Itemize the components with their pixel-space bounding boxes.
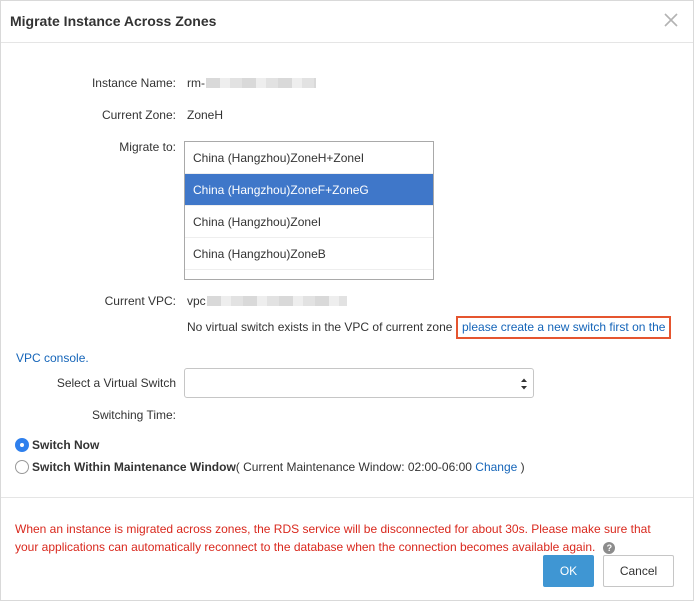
zone-option[interactable]: China (Hangzhou)ZoneB	[185, 238, 433, 270]
current-zone-label: Current Zone:	[101, 108, 176, 122]
dialog-title: Migrate Instance Across Zones	[10, 13, 217, 29]
help-icon[interactable]: ?	[603, 541, 616, 554]
current-zone-value: ZoneH	[187, 108, 224, 122]
switching-time-label: Switching Time:	[91, 408, 176, 422]
close-icon[interactable]	[662, 11, 680, 29]
zone-option[interactable]: China (Hangzhou)ZoneH+ZoneI	[185, 142, 433, 174]
instance-name-redacted	[206, 78, 316, 88]
switch-window-label: Switch Within Maintenance Window	[32, 460, 236, 474]
virtual-switch-label: Select a Virtual Switch	[56, 376, 176, 390]
current-vpc-label: Current VPC:	[104, 294, 176, 308]
select-arrows-icon	[521, 378, 527, 390]
current-vpc-value: vpc	[187, 294, 206, 308]
migrate-to-label: Migrate to:	[119, 140, 176, 154]
virtual-switch-select[interactable]	[184, 368, 534, 398]
instance-name-value: rm-	[187, 76, 205, 90]
vpc-console-link[interactable]: VPC console.	[16, 351, 89, 365]
close-paren: )	[520, 460, 525, 474]
warning-text: When an instance is migrated across zone…	[15, 522, 651, 554]
change-window-link[interactable]: Change	[475, 460, 517, 474]
dialog-footer: When an instance is migrated across zone…	[1, 497, 693, 601]
maintenance-window-text: ( Current Maintenance Window: 02:00-06:0…	[235, 460, 472, 474]
no-switch-message: No virtual switch exists in the VPC of c…	[187, 320, 453, 334]
create-switch-link[interactable]: please create a new switch first on the	[462, 320, 665, 334]
current-vpc-redacted	[207, 296, 347, 306]
migrate-dialog: Migrate Instance Across Zones Instance N…	[0, 0, 694, 601]
warning-message: When an instance is migrated across zone…	[15, 520, 665, 556]
switch-window-radio[interactable]	[15, 460, 29, 474]
switch-now-radio[interactable]	[15, 438, 29, 452]
cancel-button[interactable]: Cancel	[603, 555, 674, 587]
switch-window-row: Switch Within Maintenance Window( Curren…	[32, 460, 525, 474]
instance-name-label: Instance Name:	[91, 76, 176, 90]
switch-now-label: Switch Now	[32, 438, 100, 452]
zone-option-selected[interactable]: China (Hangzhou)ZoneF+ZoneG	[185, 174, 433, 206]
zone-listbox[interactable]: China (Hangzhou)ZoneH+ZoneI China (Hangz…	[184, 141, 434, 280]
dialog-header: Migrate Instance Across Zones	[1, 1, 693, 43]
zone-option[interactable]: China (Hangzhou)ZoneI	[185, 206, 433, 238]
ok-button[interactable]: OK	[543, 555, 594, 587]
